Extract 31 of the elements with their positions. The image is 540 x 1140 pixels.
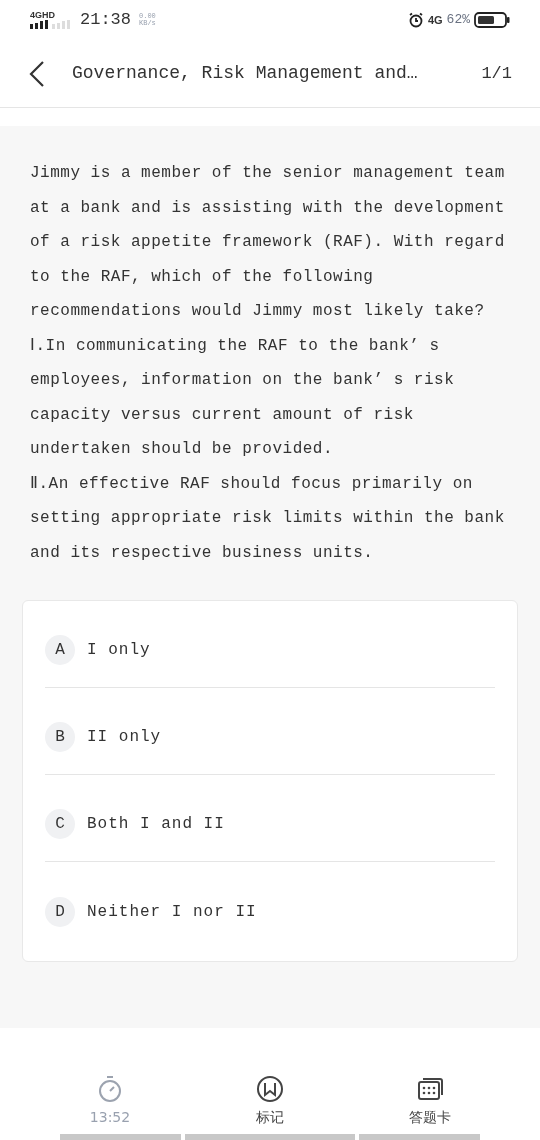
mobile-data-label: 4G — [427, 12, 443, 28]
answer-option[interactable]: D Neither I nor II — [45, 874, 495, 949]
grid-card-icon — [416, 1075, 444, 1103]
answer-option[interactable]: B II only — [45, 700, 495, 775]
option-text: II only — [87, 727, 162, 748]
back-button[interactable] — [28, 59, 46, 88]
signal-icon — [30, 20, 72, 29]
network-label: 4GHD — [30, 11, 56, 20]
stopwatch-icon — [96, 1075, 124, 1103]
answer-option[interactable]: C Both I and II — [45, 787, 495, 862]
option-text: Neither I nor II — [87, 901, 257, 923]
alarm-icon — [407, 12, 424, 28]
option-letter: D — [45, 896, 75, 927]
option-letter: C — [45, 809, 75, 839]
bottom-tab[interactable]: 答题卡 — [370, 1075, 490, 1128]
question-text: Ⅰ.In communicating the RAF to the bank’ s employees, information on the bank’ s risk capacity versus current amount of risk undertaken should be provided. — [30, 335, 456, 460]
battery-icon — [474, 12, 510, 28]
back-icon — [28, 59, 46, 88]
question-text: Ⅱ.An effective RAF should focus primarily on setting appropriate risk limits within the bank and its respective business units. — [30, 473, 506, 564]
bookmark-icon — [256, 1075, 284, 1103]
option-letter: B — [45, 722, 75, 752]
battery-percent: 62% — [446, 11, 470, 30]
clock-time: 21:38 — [80, 9, 131, 32]
question-text: Jimmy is a member of the senior management team at a bank and is assisting with the development of a risk appetite framework (RAF). With regard to the RAF, which of the following recommendations would Jimmy most likely take? — [30, 163, 506, 322]
answer-option[interactable]: A I only — [45, 613, 495, 688]
page-counter: 1/1 — [481, 62, 512, 85]
option-letter: A — [45, 635, 75, 665]
bottom-tab[interactable]: 标记 — [210, 1075, 330, 1128]
option-text: I only — [87, 640, 151, 661]
option-text: Both I and II — [87, 814, 225, 835]
page-title: Governance, Risk Management and… — [72, 62, 419, 85]
